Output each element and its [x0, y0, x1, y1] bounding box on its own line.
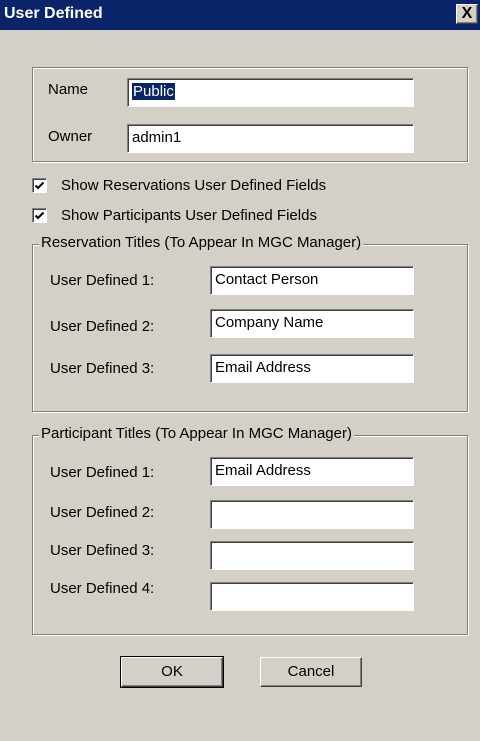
participant-ud4-field[interactable]	[210, 582, 414, 611]
show-participants-label: Show Participants User Defined Fields	[61, 207, 317, 224]
owner-label: Owner	[48, 128, 93, 145]
checkmark-icon	[34, 181, 45, 190]
close-button[interactable]: X	[456, 4, 478, 24]
reservation-titles-legend: Reservation Titles (To Appear In MGC Man…	[39, 234, 364, 251]
participant-ud1-field[interactable]: Email Address	[210, 457, 414, 486]
show-participants-checkbox-row[interactable]: Show Participants User Defined Fields	[32, 207, 372, 225]
reservation-ud3-label: User Defined 3:	[50, 360, 155, 377]
participant-ud3-field[interactable]	[210, 541, 414, 570]
checkmark-icon	[34, 211, 45, 220]
cancel-button[interactable]: Cancel	[260, 657, 362, 687]
participant-ud2-label: User Defined 2:	[50, 504, 155, 521]
show-participants-checkbox[interactable]	[32, 208, 47, 223]
participant-titles-legend: Participant Titles (To Appear In MGC Man…	[39, 425, 354, 442]
reservation-ud3-field[interactable]: Email Address	[210, 354, 414, 383]
dialog-title: User Defined	[4, 5, 103, 22]
owner-field[interactable]: admin1	[127, 124, 414, 153]
show-reservations-checkbox[interactable]	[32, 178, 47, 193]
participant-ud4-label: User Defined 4:	[50, 580, 155, 597]
reservation-ud1-field[interactable]: Contact Person	[210, 266, 414, 295]
name-field[interactable]: Public	[127, 78, 414, 107]
participant-ud3-label: User Defined 3:	[50, 542, 155, 559]
ok-button[interactable]: OK	[120, 656, 224, 688]
reservation-ud2-label: User Defined 2:	[50, 318, 155, 335]
name-field-value: Public	[132, 83, 175, 100]
name-label: Name	[48, 81, 89, 98]
close-icon: X	[461, 5, 473, 22]
user-defined-dialog: User Defined X Name Public Owner admin1 …	[0, 0, 480, 741]
participant-ud1-label: User Defined 1:	[50, 464, 155, 481]
title-bar[interactable]: User Defined X	[0, 0, 480, 30]
participant-ud2-field[interactable]	[210, 500, 414, 529]
show-reservations-label: Show Reservations User Defined Fields	[61, 177, 327, 194]
reservation-ud2-field[interactable]: Company Name	[210, 309, 414, 338]
reservation-ud1-label: User Defined 1:	[50, 272, 155, 289]
show-reservations-checkbox-row[interactable]: Show Reservations User Defined Fields	[32, 177, 372, 195]
